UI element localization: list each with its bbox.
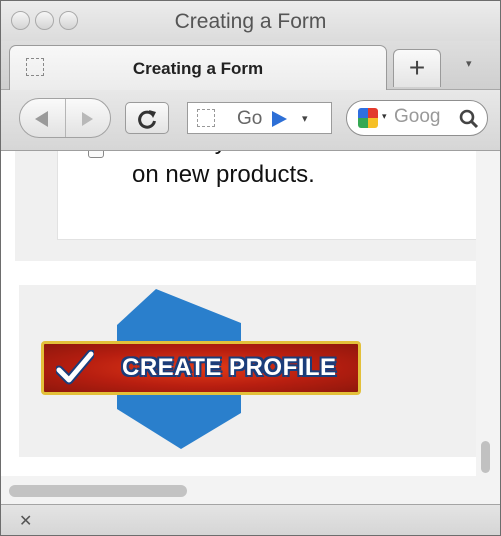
reload-icon xyxy=(138,110,156,129)
tab-label: Creating a Form xyxy=(132,59,264,78)
search-field[interactable]: ▾ Goog xyxy=(346,100,488,136)
address-field[interactable]: Go ▾ xyxy=(187,102,332,134)
horizontal-scrollbar-thumb[interactable] xyxy=(9,485,187,497)
title-bar: Creating a Form xyxy=(1,1,500,41)
address-text: Go xyxy=(237,108,263,129)
window-title: Creating a Form xyxy=(174,10,327,33)
create-profile-banner: CREATE PROFILE xyxy=(41,341,361,395)
new-tab-button[interactable]: + xyxy=(393,49,441,87)
reload-button[interactable] xyxy=(125,102,169,134)
navigation-toolbar: Go ▾ ▾ Goog xyxy=(1,90,500,151)
close-icon[interactable]: ✕ xyxy=(19,511,32,531)
email-offers-checkbox[interactable] xyxy=(88,151,104,158)
create-profile-label: CREATE PROFILE xyxy=(122,354,337,381)
google-search-engine-icon[interactable] xyxy=(358,108,378,128)
search-engine-chevron-icon[interactable]: ▾ xyxy=(382,111,387,122)
create-profile-button[interactable]: CREATE PROFILE xyxy=(41,289,361,449)
back-forward-group xyxy=(19,98,111,138)
site-favicon-icon xyxy=(197,109,215,127)
browser-window: Creating a Form Creating a Form + ▾ Go ▾… xyxy=(0,0,501,536)
search-icon[interactable] xyxy=(459,109,479,129)
back-arrow-icon xyxy=(35,111,48,127)
email-offers-label: It is okay to email me with offers on ne… xyxy=(132,151,473,188)
page-content: It is okay to email me with offers on ne… xyxy=(1,151,476,476)
tab-creating-a-form[interactable]: Creating a Form xyxy=(9,45,387,90)
form-section: It is okay to email me with offers on ne… xyxy=(15,151,476,261)
vertical-scrollbar-thumb[interactable] xyxy=(481,441,490,473)
go-arrow-icon[interactable] xyxy=(270,110,288,128)
tab-list-chevron-down-icon[interactable]: ▾ xyxy=(466,57,472,70)
back-button[interactable] xyxy=(20,99,66,137)
submit-section: CREATE PROFILE xyxy=(19,285,476,457)
status-bar: ✕ xyxy=(1,504,500,535)
tab-strip: Creating a Form + ▾ xyxy=(1,41,500,90)
address-dropdown-chevron-icon[interactable]: ▾ xyxy=(302,112,308,125)
forward-button[interactable] xyxy=(66,99,110,137)
search-placeholder: Goog xyxy=(394,106,441,127)
checkmark-icon xyxy=(56,350,94,385)
form-fieldset: It is okay to email me with offers on ne… xyxy=(57,151,476,240)
forward-arrow-icon xyxy=(82,112,93,126)
